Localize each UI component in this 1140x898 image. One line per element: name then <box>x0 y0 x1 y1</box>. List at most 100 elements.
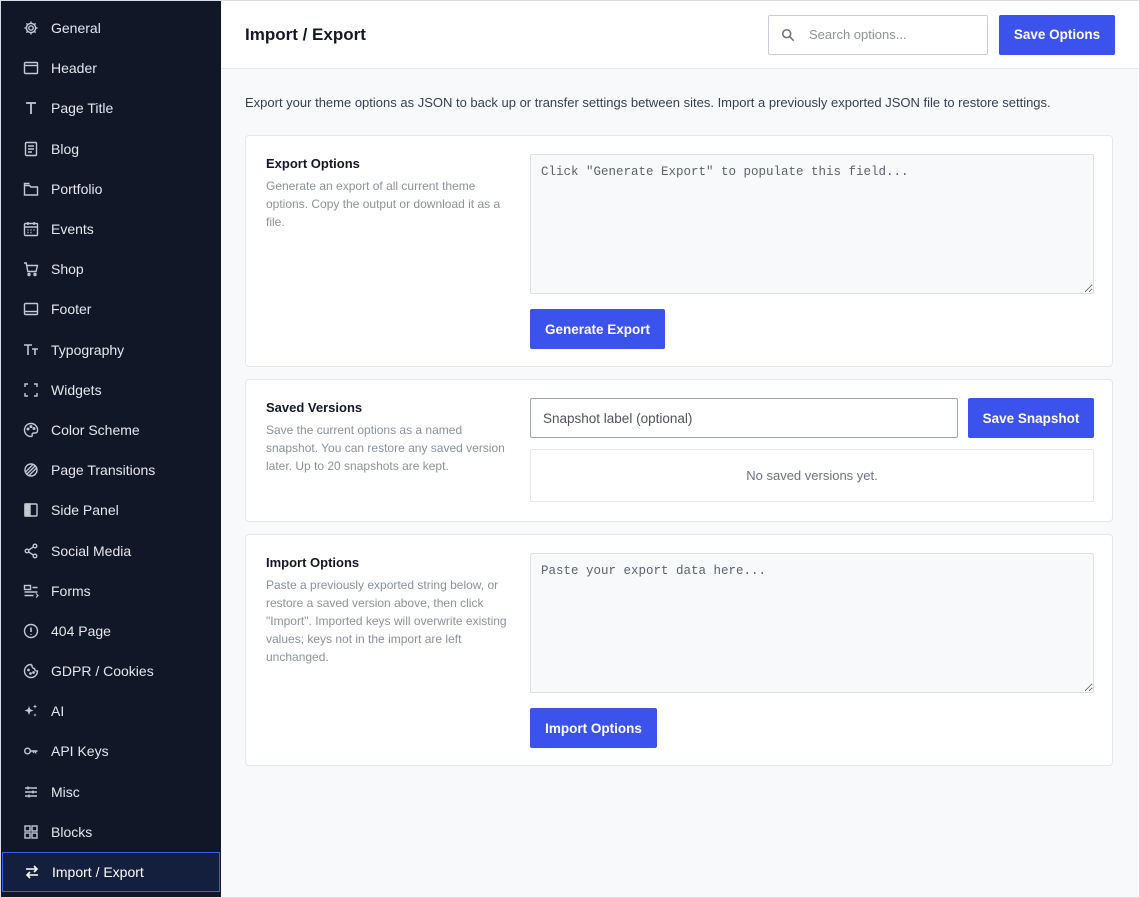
generate-export-button[interactable]: Generate Export <box>530 309 665 349</box>
sidebar-item-misc[interactable]: Misc <box>1 772 221 812</box>
import-card-controls: Import Options <box>530 553 1094 748</box>
empty-versions-text: No saved versions yet. <box>746 468 878 483</box>
sidebar-item-color-scheme[interactable]: Color Scheme <box>1 410 221 450</box>
sidebar-item-label: General <box>51 20 101 37</box>
sidebar-item-label: Side Panel <box>51 502 119 519</box>
export-options-card: Export Options Generate an export of all… <box>245 135 1113 367</box>
share-icon <box>23 543 39 559</box>
search-box[interactable] <box>768 14 988 55</box>
snapshot-row: Save Snapshot <box>530 398 1094 438</box>
versions-card-info: Saved Versions Save the current options … <box>266 400 508 475</box>
alert-circle-icon <box>23 623 39 639</box>
footer-icon <box>23 301 39 317</box>
sidebar: General Header Page Title Blog Portfolio… <box>1 1 221 897</box>
export-card-description: Generate an export of all current theme … <box>266 179 501 229</box>
top-bar: Import / Export Save Options <box>221 1 1139 69</box>
calendar-icon <box>23 221 39 237</box>
app-window: General Header Page Title Blog Portfolio… <box>0 0 1140 898</box>
sidebar-item-page-transitions[interactable]: Page Transitions <box>1 450 221 490</box>
save-options-button[interactable]: Save Options <box>999 14 1115 55</box>
import-options-button[interactable]: Import Options <box>530 708 657 748</box>
sidebar-item-header[interactable]: Header <box>1 48 221 88</box>
sidebar-item-label: AI <box>51 703 65 720</box>
sidebar-item-label: Portfolio <box>51 180 103 197</box>
sidebar-item-gdpr-cookies[interactable]: GDPR / Cookies <box>1 651 221 691</box>
sidebar-item-label: Social Media <box>51 542 132 559</box>
palette-icon <box>23 422 39 438</box>
sidebar-item-events[interactable]: Events <box>1 209 221 249</box>
sidebar-item-page-title[interactable]: Page Title <box>1 88 221 128</box>
export-card-controls: Generate Export <box>530 154 1094 349</box>
form-icon <box>23 583 39 599</box>
search-icon <box>781 28 795 41</box>
save-snapshot-button[interactable]: Save Snapshot <box>968 398 1094 438</box>
window-icon <box>23 60 39 76</box>
sidebar-item-forms[interactable]: Forms <box>1 571 221 611</box>
sidebar-item-label: Misc <box>51 783 80 800</box>
sidebar-item-footer[interactable]: Footer <box>1 289 221 329</box>
sidebar-item-portfolio[interactable]: Portfolio <box>1 169 221 209</box>
sidebar-item-api-keys[interactable]: API Keys <box>1 731 221 771</box>
snapshot-label-input[interactable] <box>530 398 958 438</box>
sidebar-item-import-export[interactable]: Import / Export <box>2 851 220 893</box>
sidebar-item-label: API Keys <box>51 743 109 760</box>
sidebar-item-label: Header <box>51 60 97 77</box>
sidebar-item-typography[interactable]: Typography <box>1 330 221 370</box>
export-output-textarea[interactable] <box>530 154 1094 294</box>
export-card-title: Export Options <box>266 156 360 171</box>
sidebar-item-social-media[interactable]: Social Media <box>1 530 221 570</box>
sparkle-icon <box>23 703 39 719</box>
sidebar-item-side-panel[interactable]: Side Panel <box>1 490 221 530</box>
main-content: Import / Export Save Options Export your… <box>221 1 1139 897</box>
sidebar-item-label: Footer <box>51 301 92 318</box>
grid-icon <box>23 824 39 840</box>
sidebar-item-label: Color Scheme <box>51 421 140 438</box>
key-icon <box>23 743 39 759</box>
sidebar-item-label: Widgets <box>51 381 102 398</box>
sidebar-item-label: GDPR / Cookies <box>51 663 154 680</box>
swap-arrows-icon <box>24 864 40 880</box>
sidebar-item-label: Page Title <box>51 100 114 117</box>
sidebar-item-label: Events <box>51 221 94 238</box>
sliders-icon <box>23 784 39 800</box>
sidebar-item-widgets[interactable]: Widgets <box>1 370 221 410</box>
export-card-info: Export Options Generate an export of all… <box>266 156 508 231</box>
versions-card-description: Save the current options as a named snap… <box>266 423 505 473</box>
widgets-icon <box>23 382 39 398</box>
sidebar-item-shop[interactable]: Shop <box>1 249 221 289</box>
versions-card-title: Saved Versions <box>266 400 363 415</box>
page-title: Import / Export <box>245 24 366 44</box>
import-card-description: Paste a previously exported string below… <box>266 578 507 664</box>
sidebar-item-label: Page Transitions <box>51 462 156 479</box>
sidebar-item-ai[interactable]: AI <box>1 691 221 731</box>
sidebar-item-general[interactable]: General <box>1 8 221 48</box>
side-panel-icon <box>23 502 39 518</box>
sidebar-item-label: Import / Export <box>52 864 144 881</box>
saved-versions-list: No saved versions yet. <box>530 449 1094 502</box>
import-card-title: Import Options <box>266 555 360 570</box>
document-icon <box>23 141 39 157</box>
sidebar-item-blog[interactable]: Blog <box>1 129 221 169</box>
intro-text: Export your theme options as JSON to bac… <box>245 95 1051 110</box>
cookie-icon <box>23 663 39 679</box>
import-options-card: Import Options Paste a previously export… <box>245 534 1113 766</box>
briefcase-icon <box>23 181 39 197</box>
sidebar-item-label: Shop <box>51 261 84 278</box>
saved-versions-card: Saved Versions Save the current options … <box>245 379 1113 522</box>
sidebar-item-label: Blocks <box>51 823 93 840</box>
text-t-icon <box>23 100 39 116</box>
sidebar-item-label: Forms <box>51 582 91 599</box>
sidebar-item-label: 404 Page <box>51 622 111 639</box>
versions-card-controls: Save Snapshot No saved versions yet. <box>530 398 1094 502</box>
sidebar-item-label: Typography <box>51 341 125 358</box>
sidebar-item-blocks[interactable]: Blocks <box>1 812 221 852</box>
cart-icon <box>23 261 39 277</box>
typography-icon <box>23 342 39 358</box>
search-input[interactable] <box>807 26 971 43</box>
transitions-icon <box>23 462 39 478</box>
sidebar-item-404-page[interactable]: 404 Page <box>1 611 221 651</box>
gear-icon <box>23 20 39 36</box>
import-card-info: Import Options Paste a previously export… <box>266 555 508 666</box>
sidebar-item-label: Blog <box>51 140 80 157</box>
import-data-textarea[interactable] <box>530 553 1094 693</box>
